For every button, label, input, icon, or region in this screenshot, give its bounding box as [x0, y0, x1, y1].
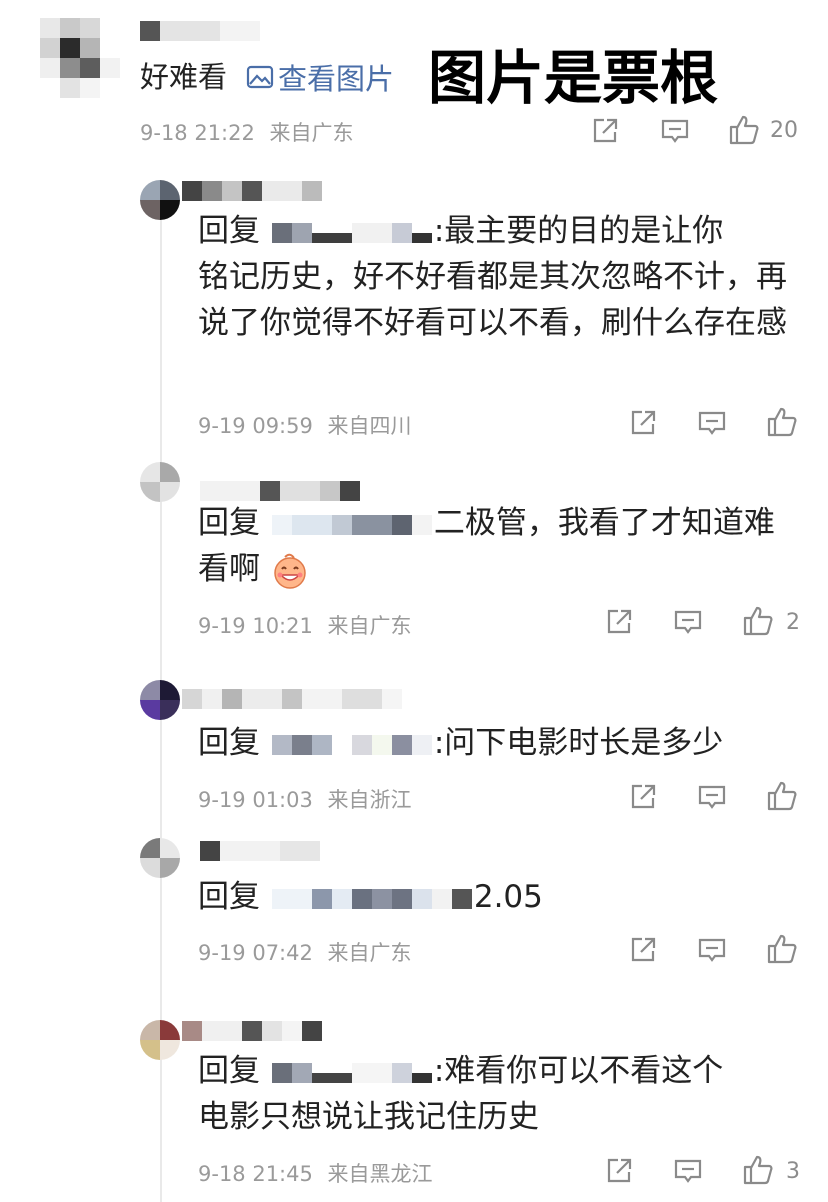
reply-text-line1: :最主要的目的是让你 [433, 213, 724, 249]
reply-username-redacted-3[interactable] [182, 688, 402, 710]
like-icon[interactable] [742, 605, 774, 637]
image-icon [246, 65, 274, 89]
mention-redacted[interactable] [271, 513, 432, 537]
reply-text-1: 回复 :最主要的目的是让你 铭记历史，好不好看都是其次忽略不计，再说了你觉得不好… [198, 208, 798, 346]
repost-icon[interactable] [604, 1156, 634, 1186]
comment-icon[interactable] [697, 935, 727, 965]
overlay-caption: 图片是票根 [428, 44, 719, 112]
reply-text-line1: :问下电影时长是多少 [433, 725, 724, 761]
like-count: 20 [770, 118, 798, 143]
emoji-grin-icon [274, 553, 306, 589]
like-count: 2 [786, 610, 800, 635]
view-image-label: 查看图片 [278, 62, 395, 96]
reply-text-line1: 2.05 [473, 879, 543, 915]
reply-avatar-3[interactable] [140, 680, 180, 720]
comment-icon[interactable] [673, 1156, 703, 1186]
main-comment-text: 好难看 [140, 60, 228, 94]
like-count: 3 [786, 1159, 800, 1184]
reply-meta-3: 9-19 01:03 来自浙江 [198, 784, 412, 814]
reply-avatar-2[interactable] [140, 462, 180, 502]
reply-text-rest: 看啊 [198, 551, 260, 587]
main-timestamp: 9-18 21:22 来自广东 [140, 117, 354, 147]
repost-icon[interactable] [590, 116, 620, 146]
like-icon[interactable] [766, 933, 798, 965]
reply-text-line1: :难看你可以不看这个 [433, 1053, 724, 1089]
reply-meta-2: 9-19 10:21 来自广东 [198, 610, 412, 640]
reply-prefix: 回复 [198, 213, 260, 249]
reply-text-rest: 电影只想说让我记住历史 [198, 1099, 539, 1135]
timestamp: 9-19 10:21 [198, 614, 313, 638]
comment-icon[interactable] [660, 116, 690, 146]
reply-meta-5: 9-18 21:45 来自黑龙江 [198, 1158, 433, 1188]
reply-meta-4: 9-19 07:42 来自广东 [198, 937, 412, 967]
view-image-link[interactable]: 查看图片 [246, 54, 394, 100]
repost-icon[interactable] [628, 935, 658, 965]
comment-icon[interactable] [697, 782, 727, 812]
reply-text-rest: 铭记历史，好不好看都是其次忽略不计，再说了你觉得不好看可以不看，刷什么存在感 [198, 259, 787, 341]
like-icon[interactable] [742, 1154, 774, 1186]
reply-prefix: 回复 [198, 1053, 260, 1089]
repost-icon[interactable] [628, 408, 658, 438]
timestamp: 9-18 21:22 [140, 121, 255, 145]
reply-text-2: 回复 二极管，我看了才知道难 看啊 [198, 500, 808, 592]
repost-icon[interactable] [628, 782, 658, 812]
main-avatar-pixelated[interactable] [40, 18, 120, 98]
reply-text-4: 回复 2.05 [198, 874, 808, 920]
timestamp: 9-18 21:45 [198, 1162, 313, 1186]
reply-prefix: 回复 [198, 505, 260, 541]
reply-username-redacted-5[interactable] [182, 1020, 322, 1042]
like-icon[interactable] [728, 114, 760, 146]
reply-prefix: 回复 [198, 725, 260, 761]
location: 来自广东 [327, 614, 412, 638]
reply-text-5: 回复 :难看你可以不看这个 电影只想说让我记住历史 [198, 1048, 808, 1140]
location: 来自四川 [327, 414, 412, 438]
comment-icon[interactable] [697, 408, 727, 438]
location: 来自浙江 [327, 788, 412, 812]
mention-redacted[interactable] [271, 1061, 432, 1085]
reply-username-redacted-1[interactable] [182, 180, 322, 202]
reply-text-line1: 二极管，我看了才知道难 [433, 505, 775, 541]
reply-avatar-5[interactable] [140, 1020, 180, 1060]
mention-redacted[interactable] [271, 887, 472, 911]
timestamp: 9-19 07:42 [198, 941, 313, 965]
main-username-redacted[interactable] [140, 20, 260, 42]
like-icon[interactable] [766, 780, 798, 812]
reply-username-redacted-4[interactable] [200, 840, 320, 862]
like-icon[interactable] [766, 406, 798, 438]
reply-username-redacted-2[interactable] [200, 480, 360, 502]
mention-redacted[interactable] [271, 221, 432, 245]
timestamp: 9-19 01:03 [198, 788, 313, 812]
repost-icon[interactable] [604, 607, 634, 637]
reply-text-3: 回复 :问下电影时长是多少 [198, 720, 808, 766]
reply-prefix: 回复 [198, 879, 260, 915]
reply-meta-1: 9-19 09:59 来自四川 [198, 410, 412, 440]
location: 来自广东 [269, 121, 354, 145]
timestamp: 9-19 09:59 [198, 414, 313, 438]
location: 来自广东 [327, 941, 412, 965]
mention-redacted[interactable] [271, 733, 432, 757]
comment-icon[interactable] [673, 607, 703, 637]
location: 来自黑龙江 [327, 1162, 433, 1186]
reply-avatar-4[interactable] [140, 838, 180, 878]
reply-avatar-1[interactable] [140, 180, 180, 220]
